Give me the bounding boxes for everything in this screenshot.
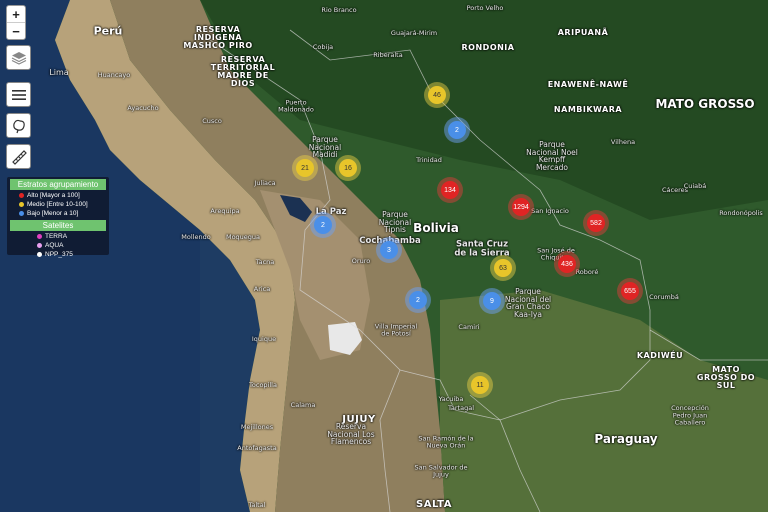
- draw-polygon-icon: [12, 119, 25, 133]
- legend-item-aqua[interactable]: AQUA: [7, 241, 109, 250]
- fire-cluster[interactable]: 3: [376, 237, 402, 263]
- fire-cluster[interactable]: 46: [424, 82, 450, 108]
- fire-cluster[interactable]: 2: [444, 117, 470, 143]
- magenta-dot-icon: [37, 234, 42, 239]
- legend-satellites-header: Satelites: [10, 220, 106, 231]
- zoom-control: + −: [6, 5, 26, 40]
- cluster-count: 9: [483, 292, 501, 310]
- legend-item-label: NPP_375: [45, 251, 73, 258]
- legend-item-label: Alto [Mayor a 100]: [27, 192, 80, 199]
- white-dot-icon: [37, 252, 42, 257]
- fire-cluster[interactable]: 11: [467, 372, 493, 398]
- legend-item-bajo[interactable]: Bajo [Menor a 10]: [7, 209, 109, 218]
- fire-cluster[interactable]: 134: [437, 177, 463, 203]
- layers-icon: [11, 51, 26, 65]
- cluster-count: 16: [339, 159, 357, 177]
- fire-cluster[interactable]: 655: [617, 278, 643, 304]
- legend-item-label: TERRA: [45, 233, 68, 240]
- yellow-dot-icon: [19, 202, 24, 207]
- fire-cluster[interactable]: 1294: [508, 194, 534, 220]
- fire-cluster[interactable]: 582: [583, 210, 609, 236]
- fire-cluster[interactable]: 16: [335, 155, 361, 181]
- cluster-count: 436: [558, 255, 576, 273]
- measure-button[interactable]: [6, 144, 31, 169]
- pink-dot-icon: [37, 243, 42, 248]
- legend-item-label: Medio [Entre 10-100]: [27, 201, 88, 208]
- cluster-count: 582: [587, 214, 605, 232]
- legend-item-alto[interactable]: Alto [Mayor a 100]: [7, 191, 109, 200]
- cluster-count: 3: [380, 241, 398, 259]
- menu-button[interactable]: [6, 82, 31, 107]
- legend-item-terra[interactable]: TERRA: [7, 232, 109, 241]
- cluster-count: 2: [314, 216, 332, 234]
- cluster-count: 21: [296, 159, 314, 177]
- legend-panel: Estratos agrupamiento Alto [Mayor a 100]…: [7, 177, 109, 258]
- legend-item-npp[interactable]: NPP_375: [7, 250, 109, 259]
- fire-cluster[interactable]: 2: [405, 287, 431, 313]
- fire-cluster[interactable]: 21: [292, 155, 318, 181]
- zoom-in-button[interactable]: +: [7, 6, 25, 23]
- cluster-count: 2: [448, 121, 466, 139]
- menu-icon: [11, 89, 26, 100]
- cluster-count: 63: [494, 259, 512, 277]
- red-dot-icon: [19, 193, 24, 198]
- ruler-icon: [11, 149, 27, 165]
- legend-item-medio[interactable]: Medio [Entre 10-100]: [7, 200, 109, 209]
- fire-cluster[interactable]: 63: [490, 255, 516, 281]
- cluster-count: 1294: [512, 198, 530, 216]
- draw-area-button[interactable]: [6, 113, 31, 138]
- cluster-count: 134: [441, 181, 459, 199]
- layers-button[interactable]: [6, 45, 31, 70]
- fire-cluster[interactable]: 2: [310, 212, 336, 238]
- cluster-count: 2: [409, 291, 427, 309]
- zoom-out-button[interactable]: −: [7, 23, 25, 39]
- fire-cluster[interactable]: 9: [479, 288, 505, 314]
- blue-dot-icon: [19, 211, 24, 216]
- fire-cluster[interactable]: 436: [554, 251, 580, 277]
- cluster-count: 655: [621, 282, 639, 300]
- cluster-count: 46: [428, 86, 446, 104]
- legend-item-label: Bajo [Menor a 10]: [27, 210, 79, 217]
- legend-item-label: AQUA: [45, 242, 64, 249]
- cluster-count: 11: [471, 376, 489, 394]
- legend-strata-header: Estratos agrupamiento: [10, 179, 106, 190]
